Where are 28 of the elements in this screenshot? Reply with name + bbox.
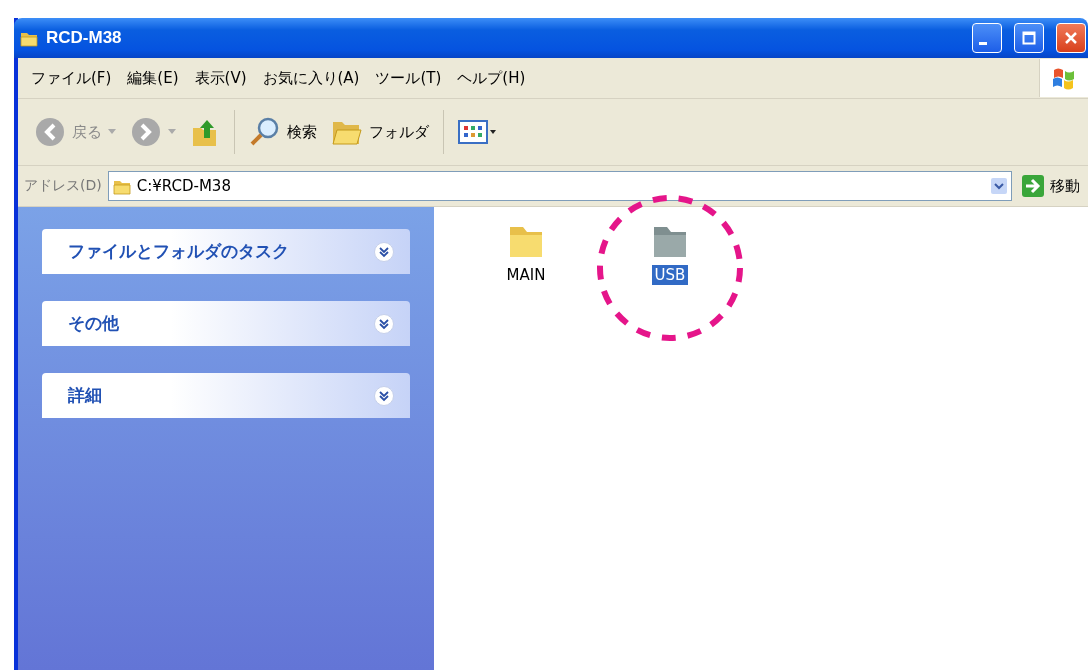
menu-item[interactable]: ファイル(F)	[28, 68, 125, 88]
panel-header[interactable]: 詳細	[42, 373, 410, 418]
maximize-button[interactable]	[1014, 23, 1044, 53]
menu-item[interactable]: お気に入り(A)	[259, 68, 373, 88]
close-button[interactable]	[1056, 23, 1086, 53]
panel-header[interactable]: その他	[42, 301, 410, 346]
dropdown-arrow-icon	[108, 129, 116, 135]
folders-button[interactable]: フォルダ	[327, 116, 433, 148]
search-button[interactable]: 検索	[245, 114, 321, 150]
address-field[interactable]: C:¥RCD-M38	[107, 171, 1012, 201]
views-icon	[458, 118, 498, 146]
address-label: アドレス(D)	[24, 177, 102, 195]
file-name[interactable]: USB	[651, 265, 689, 285]
menu-item[interactable]: ツール(T)	[372, 68, 455, 88]
menu-item[interactable]: ヘルプ(H)	[454, 68, 539, 88]
file-name[interactable]: MAIN	[503, 265, 549, 285]
minimize-icon	[979, 41, 987, 45]
menu-item[interactable]: 編集(E)	[124, 68, 192, 88]
maximize-icon	[1022, 31, 1036, 45]
close-icon	[1064, 31, 1078, 45]
minimize-button[interactable]	[972, 23, 1002, 53]
go-button[interactable]: 移動	[1018, 175, 1088, 197]
dropdown-arrow-icon	[168, 129, 176, 135]
go-arrow-icon	[1022, 175, 1044, 197]
window-title: RCD-M38	[46, 28, 122, 48]
panel-header[interactable]: ファイルとフォルダのタスク	[42, 229, 410, 274]
search-icon	[249, 116, 281, 148]
menu-item[interactable]: 表示(V)	[191, 68, 260, 88]
